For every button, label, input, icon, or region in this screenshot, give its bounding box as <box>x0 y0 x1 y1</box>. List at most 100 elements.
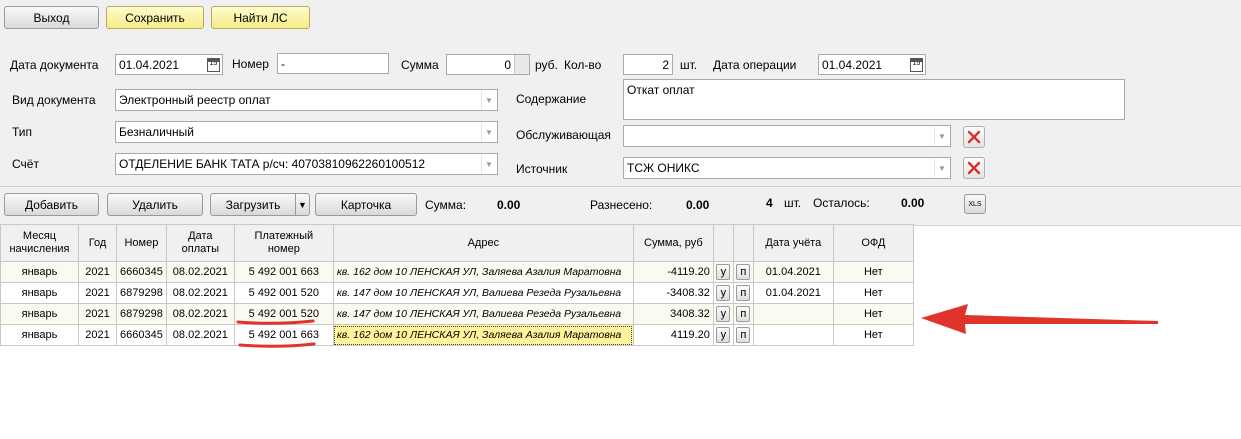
count-label: Кол-во <box>564 58 602 72</box>
doc-date-label: Дата документа <box>10 58 99 72</box>
cell-year: 2021 <box>78 303 117 325</box>
table-row[interactable]: январь 2021 6660345 08.02.2021 5 492 001… <box>0 261 914 283</box>
arrow-annotation <box>921 304 1158 334</box>
content-textarea[interactable]: Откат оплат <box>623 79 1125 120</box>
clear-source-button[interactable] <box>963 157 985 179</box>
column-header-amount[interactable]: Сумма, руб <box>632 224 714 262</box>
load-button[interactable]: Загрузить <box>210 193 296 216</box>
account-label: Счёт <box>12 157 39 171</box>
cell-address: кв. 147 дом 10 ЛЕНСКАЯ УЛ, Валиева Резед… <box>332 282 634 304</box>
cell-ofd: Нет <box>832 303 914 325</box>
cell-pay-date: 08.02.2021 <box>165 324 235 346</box>
save-button[interactable]: Сохранить <box>106 6 204 29</box>
clear-serving-button[interactable] <box>963 126 985 148</box>
cell-month: январь <box>0 282 79 304</box>
cell-ofd: Нет <box>832 282 914 304</box>
sum-value: 0 <box>504 57 511 72</box>
calendar-icon[interactable]: 15 <box>207 58 220 72</box>
column-header-pay-date[interactable]: Дата оплаты <box>165 224 235 262</box>
export-xls-button[interactable]: XLS <box>964 194 986 214</box>
cell-address-selected[interactable]: кв. 162 дом 10 ЛЕНСКАЯ УЛ, Заляева Азали… <box>332 324 634 346</box>
p-button[interactable]: п <box>736 285 751 301</box>
cell-pay-number: 5 492 001 663 <box>233 324 334 346</box>
add-button[interactable]: Добавить <box>4 193 99 216</box>
exit-button[interactable]: Выход <box>4 6 99 29</box>
sum-input[interactable]: 0 <box>446 54 530 75</box>
cell-pay-date: 08.02.2021 <box>165 261 235 283</box>
type-select[interactable]: Безналичный ▼ <box>115 121 498 143</box>
cell-year: 2021 <box>78 261 117 283</box>
number-input[interactable]: - <box>277 53 389 74</box>
load-dropdown-button[interactable]: ▼ <box>295 193 310 216</box>
chevron-down-icon[interactable]: ▼ <box>934 159 949 177</box>
column-header-address[interactable]: Адрес <box>332 224 634 262</box>
u-button[interactable]: у <box>716 285 731 301</box>
cell-address: кв. 147 дом 10 ЛЕНСКАЯ УЛ, Валиева Резед… <box>332 303 634 325</box>
column-header-pay-number[interactable]: Платежный номер <box>233 224 334 262</box>
u-button[interactable]: у <box>716 306 731 322</box>
close-icon <box>967 161 981 175</box>
source-select[interactable]: ТСЖ ОНИКС ▼ <box>623 157 951 179</box>
table-row[interactable]: январь 2021 6879298 08.02.2021 5 492 001… <box>0 282 914 304</box>
table-row[interactable]: январь 2021 6879298 08.02.2021 5 492 001… <box>0 303 914 325</box>
content-label: Содержание <box>516 92 587 106</box>
cell-amount: -3408.32 <box>632 282 714 304</box>
chevron-down-icon[interactable]: ▼ <box>481 123 496 141</box>
table-header-row: Месяц начисления Год Номер Дата оплаты П… <box>0 224 914 262</box>
chevron-down-icon[interactable]: ▼ <box>934 127 949 145</box>
u-button[interactable]: у <box>716 327 731 343</box>
source-value: ТСЖ ОНИКС <box>627 161 700 175</box>
column-header-ofd[interactable]: ОФД <box>832 224 914 262</box>
source-label: Источник <box>516 162 568 176</box>
column-header-acc-date[interactable]: Дата учёта <box>752 224 834 262</box>
cell-year: 2021 <box>78 324 117 346</box>
serving-select[interactable]: ▼ <box>623 125 951 147</box>
number-label: Номер <box>232 57 269 71</box>
chevron-down-icon[interactable]: ▼ <box>481 91 496 109</box>
cell-number: 6660345 <box>116 261 167 283</box>
calendar-icon[interactable]: 15 <box>910 58 923 72</box>
cell-month: январь <box>0 324 79 346</box>
p-button[interactable]: п <box>736 306 751 322</box>
cell-number: 6879298 <box>116 303 167 325</box>
table-row[interactable]: январь 2021 6660345 08.02.2021 5 492 001… <box>0 324 914 346</box>
doc-date-value: 01.04.2021 <box>119 57 180 72</box>
find-account-button[interactable]: Найти ЛС <box>211 6 310 29</box>
cell-acc-date <box>752 324 834 346</box>
cell-amount: 4119.20 <box>632 324 714 346</box>
count-input[interactable]: 2 <box>623 54 673 75</box>
op-date-label: Дата операции <box>713 58 797 72</box>
doc-type-value: Электронный реестр оплат <box>119 93 271 107</box>
cell-amount: -4119.20 <box>632 261 714 283</box>
type-label: Тип <box>12 125 33 139</box>
column-header-number[interactable]: Номер <box>116 224 167 262</box>
card-button[interactable]: Карточка <box>315 193 417 216</box>
close-icon <box>967 130 981 144</box>
p-button[interactable]: п <box>736 327 751 343</box>
chevron-down-icon[interactable]: ▼ <box>481 155 496 173</box>
column-header-p <box>732 224 754 262</box>
cell-month: январь <box>0 303 79 325</box>
op-date-value: 01.04.2021 <box>822 57 883 72</box>
op-date-input[interactable]: 01.04.2021 15 <box>818 54 926 75</box>
account-select[interactable]: ОТДЕЛЕНИЕ БАНК ТАТА р/сч: 40703810962260… <box>115 153 498 175</box>
remaining-label: Осталось: <box>813 196 870 210</box>
delete-button[interactable]: Удалить <box>107 193 203 216</box>
sum-spinner[interactable] <box>514 55 529 74</box>
cell-ofd: Нет <box>832 261 914 283</box>
cell-ofd: Нет <box>832 324 914 346</box>
column-header-year[interactable]: Год <box>78 224 117 262</box>
remaining-value: 0.00 <box>901 196 925 210</box>
cell-number: 6660345 <box>116 324 167 346</box>
doc-type-select[interactable]: Электронный реестр оплат ▼ <box>115 89 498 111</box>
summary-count-value: 4 <box>766 196 773 210</box>
p-button[interactable]: п <box>736 264 751 280</box>
type-value: Безналичный <box>119 125 194 139</box>
column-header-month[interactable]: Месяц начисления <box>0 224 79 262</box>
doc-type-label: Вид документа <box>12 93 96 107</box>
cell-pay-number: 5 492 001 520 <box>233 303 334 325</box>
u-button[interactable]: у <box>716 264 731 280</box>
chevron-down-icon: ▼ <box>298 199 307 210</box>
account-value: ОТДЕЛЕНИЕ БАНК ТАТА р/сч: 40703810962260… <box>119 157 426 171</box>
doc-date-input[interactable]: 01.04.2021 15 <box>115 54 223 75</box>
